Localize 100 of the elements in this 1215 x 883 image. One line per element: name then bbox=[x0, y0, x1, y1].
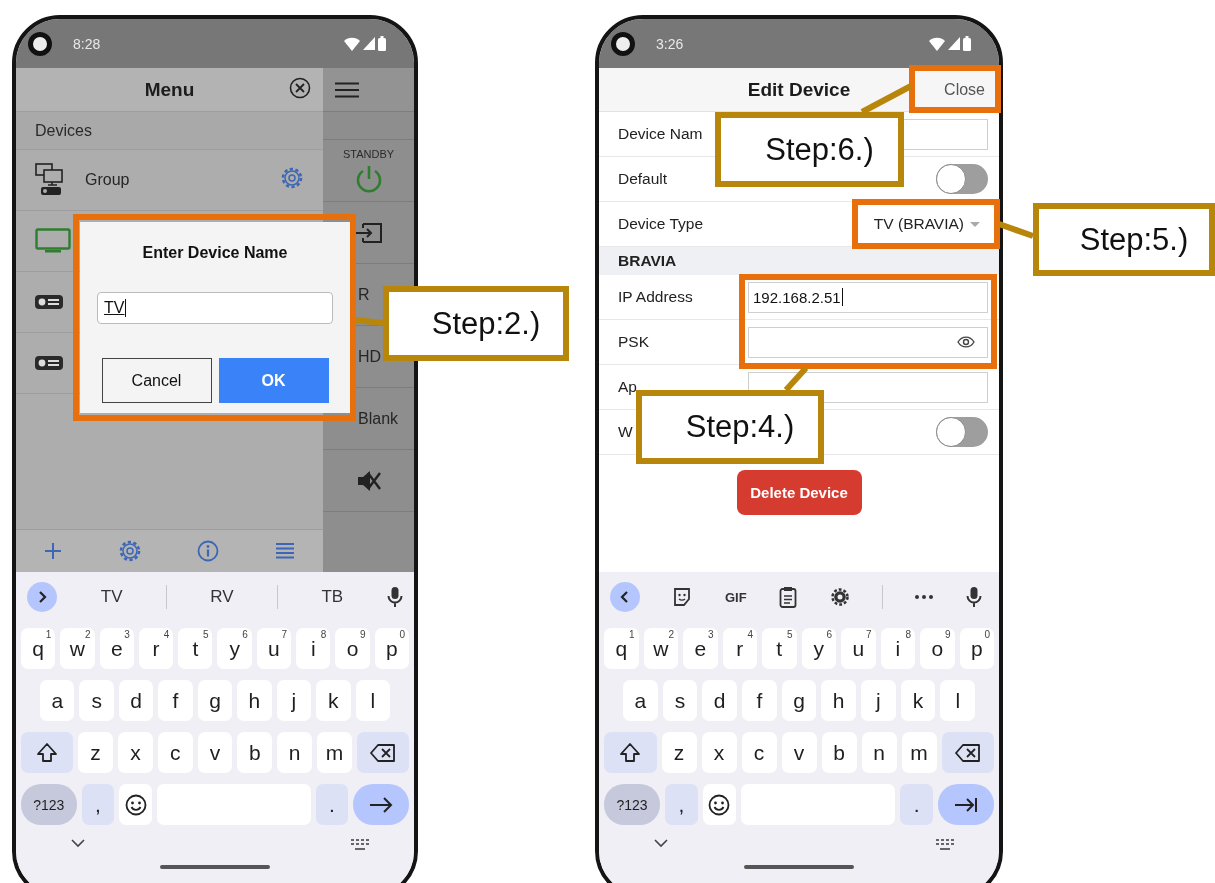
toggle-switch[interactable] bbox=[936, 417, 988, 447]
keyboard-key[interactable]: n bbox=[861, 732, 897, 773]
menu-icon[interactable] bbox=[335, 81, 359, 98]
keyboard-key[interactable]: k bbox=[316, 680, 351, 721]
device-row[interactable]: Group bbox=[16, 150, 323, 211]
keyboard-key[interactable]: j bbox=[861, 680, 896, 721]
smiley-icon bbox=[124, 793, 147, 816]
keyboard-key[interactable]: s bbox=[662, 680, 698, 721]
enter-key[interactable] bbox=[353, 784, 410, 825]
eye-icon[interactable] bbox=[957, 336, 975, 348]
ok-button[interactable]: OK bbox=[218, 358, 329, 403]
mute-icon[interactable] bbox=[355, 468, 382, 493]
keyboard-key[interactable]: f bbox=[742, 680, 777, 721]
keyboard-key[interactable]: t 5 bbox=[178, 628, 213, 669]
chevron-left-icon[interactable] bbox=[610, 582, 640, 612]
keyboard-key[interactable]: v bbox=[781, 732, 817, 773]
emoji-key[interactable] bbox=[119, 784, 152, 825]
smiley-icon bbox=[708, 793, 731, 816]
keyboard-key[interactable]: a bbox=[623, 680, 658, 721]
input-icon[interactable] bbox=[354, 221, 383, 244]
suggestion[interactable]: RV bbox=[167, 587, 277, 607]
info-icon[interactable] bbox=[197, 540, 220, 562]
keyboard-key[interactable]: l bbox=[940, 680, 976, 721]
keyboard-key[interactable]: b bbox=[821, 732, 857, 773]
symbols-key[interactable]: ?123 bbox=[604, 784, 660, 825]
keyboard-key[interactable]: s bbox=[79, 680, 114, 721]
key-hint: 5 bbox=[202, 629, 209, 640]
settings-icon[interactable] bbox=[829, 587, 850, 607]
clipboard-icon[interactable] bbox=[779, 586, 798, 608]
keyboard-key[interactable]: l bbox=[355, 680, 390, 721]
gif-button[interactable]: GIF bbox=[724, 589, 747, 605]
more-icon[interactable] bbox=[915, 595, 934, 599]
shift-key[interactable] bbox=[21, 732, 74, 773]
keyboard-key[interactable]: g bbox=[781, 680, 817, 721]
keyboard-key[interactable]: f bbox=[158, 680, 193, 721]
keyboard-key[interactable]: t 5 bbox=[762, 628, 797, 669]
keyboard-key[interactable]: i 8 bbox=[880, 628, 915, 669]
source-label[interactable]: HD bbox=[358, 347, 382, 366]
microphone-icon[interactable] bbox=[387, 586, 403, 608]
shift-key[interactable] bbox=[604, 732, 657, 773]
keyboard-key[interactable]: z bbox=[661, 732, 697, 773]
backspace-key[interactable] bbox=[941, 732, 994, 773]
cancel-button[interactable]: Cancel bbox=[101, 358, 212, 403]
password-input[interactable] bbox=[748, 326, 988, 358]
delete-device-button[interactable]: Delete Device bbox=[736, 470, 862, 515]
section-header: BRAVIA bbox=[599, 247, 999, 275]
keyboard-key[interactable]: k bbox=[900, 680, 936, 721]
screen-title: Edit Device bbox=[747, 78, 851, 101]
keyboard-key[interactable]: b bbox=[237, 732, 273, 773]
add-icon[interactable] bbox=[43, 542, 62, 560]
emoji-key[interactable] bbox=[702, 784, 736, 825]
punctuation-key[interactable]: , bbox=[665, 784, 698, 825]
source-label[interactable]: Blank bbox=[358, 409, 399, 428]
close-icon[interactable] bbox=[289, 76, 311, 99]
keyboard-key[interactable]: i 8 bbox=[296, 628, 331, 669]
microphone-icon[interactable] bbox=[965, 586, 982, 608]
keyboard-key[interactable]: z bbox=[78, 732, 113, 773]
device-type-dropdown[interactable]: TV (BRAVIA) bbox=[873, 215, 988, 233]
key-hint: 2 bbox=[668, 629, 674, 640]
keyboard-key[interactable]: a bbox=[40, 680, 75, 721]
keyboard-key[interactable]: g bbox=[197, 680, 233, 721]
signal-icon bbox=[948, 37, 960, 50]
close-button[interactable]: Close bbox=[930, 80, 999, 99]
source-label[interactable]: R bbox=[358, 285, 370, 304]
keyboard-key[interactable]: h bbox=[237, 680, 272, 721]
suggestion[interactable]: TV bbox=[57, 587, 167, 607]
keyboard-key[interactable]: d bbox=[702, 680, 737, 721]
keyboard-key[interactable]: m bbox=[317, 732, 352, 773]
chevron-down-icon[interactable] bbox=[71, 839, 85, 848]
backspace-key[interactable] bbox=[356, 732, 409, 773]
keyboard-key[interactable]: x bbox=[118, 732, 153, 773]
keyboard-icon[interactable] bbox=[936, 839, 954, 851]
keyboard-key[interactable]: n bbox=[277, 732, 312, 773]
key-hint: 6 bbox=[242, 629, 248, 640]
symbols-key[interactable]: ?123 bbox=[21, 784, 77, 825]
next-key[interactable] bbox=[938, 784, 994, 825]
keyboard-key[interactable]: c bbox=[741, 732, 777, 773]
text-input[interactable]: 192.168.2.51 bbox=[748, 281, 988, 313]
punctuation-key[interactable]: . bbox=[315, 784, 349, 825]
key-hint: 7 bbox=[865, 629, 872, 640]
keyboard-key[interactable]: d bbox=[118, 680, 154, 721]
keyboard-key[interactable]: c bbox=[157, 732, 193, 773]
chevron-down-icon[interactable] bbox=[654, 839, 668, 848]
keyboard-key[interactable]: x bbox=[701, 732, 737, 773]
section-header: Devices bbox=[16, 112, 323, 150]
suggestion[interactable]: TB bbox=[277, 587, 387, 607]
keyboard-key[interactable]: m bbox=[901, 732, 937, 773]
key-hint: 4 bbox=[163, 629, 170, 640]
sticker-icon[interactable] bbox=[672, 587, 693, 607]
name-input[interactable]: TV bbox=[97, 292, 333, 324]
keyboard-key[interactable]: h bbox=[821, 680, 857, 721]
toggle-switch[interactable] bbox=[936, 164, 988, 194]
keyboard-key[interactable]: j bbox=[276, 680, 312, 721]
arrow-to-bar-icon bbox=[954, 796, 978, 813]
chevron-right-icon[interactable] bbox=[27, 582, 57, 612]
punctuation-key[interactable]: , bbox=[81, 784, 115, 825]
list-icon[interactable] bbox=[275, 542, 296, 560]
keyboard-icon[interactable] bbox=[351, 839, 369, 851]
keyboard-key[interactable]: v bbox=[197, 732, 233, 773]
punctuation-key[interactable]: . bbox=[900, 784, 933, 825]
